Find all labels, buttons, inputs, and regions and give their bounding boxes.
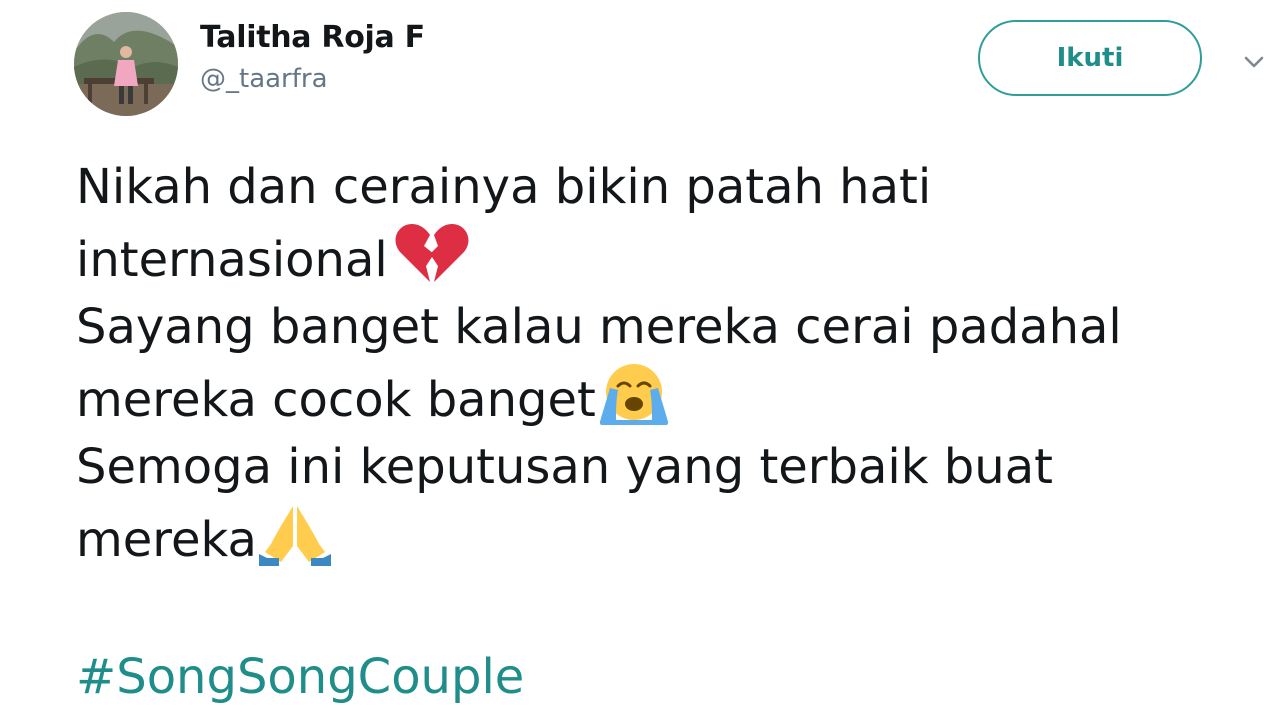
hashtag-link[interactable]: #SongSongCouple xyxy=(76,642,1256,712)
tweet-line-4: mereka cocok banget xyxy=(76,362,1256,432)
tweet-card: Talitha Roja F @_taarfra Ikuti Nikah dan… xyxy=(0,0,1280,720)
tweet-text: Nikah dan cerainya bikin patah hati inte… xyxy=(76,152,1256,712)
tweet-line-6: mereka xyxy=(76,502,1256,572)
tweet-line-1: Nikah dan cerainya bikin patah hati xyxy=(76,159,932,215)
display-name[interactable]: Talitha Roja F xyxy=(200,18,425,58)
tweet-line-5: Semoga ini keputusan yang terbaik buat xyxy=(76,439,1053,495)
avatar[interactable] xyxy=(74,12,178,116)
folded-hands-icon xyxy=(258,506,331,566)
user-handle[interactable]: @_taarfra xyxy=(200,59,425,99)
broken-heart-icon xyxy=(395,224,469,282)
tweet-line-3: Sayang banget kalau mereka cerai padahal xyxy=(76,299,1122,355)
avatar-photo xyxy=(74,12,178,116)
loudly-crying-face-icon xyxy=(599,364,668,425)
tweet-line-2: internasional xyxy=(76,222,1256,292)
author-info: Talitha Roja F @_taarfra xyxy=(200,18,425,99)
follow-button[interactable]: Ikuti xyxy=(978,20,1202,96)
chevron-down-icon[interactable] xyxy=(1240,48,1268,76)
